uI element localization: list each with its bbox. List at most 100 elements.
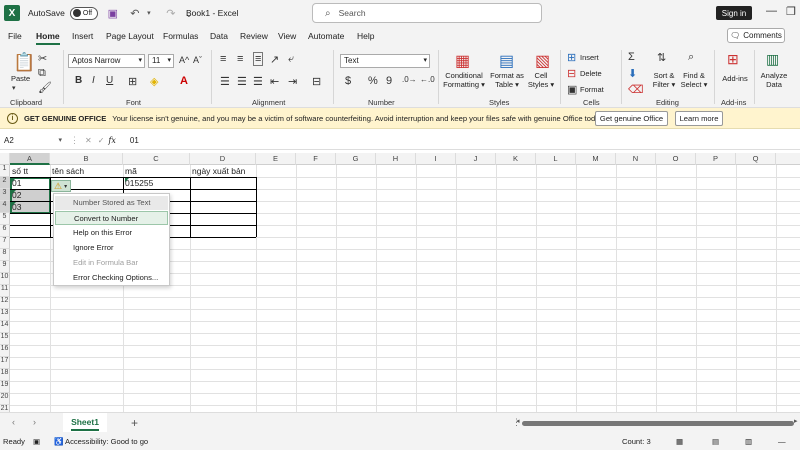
column-header-f[interactable]: F: [296, 153, 336, 165]
sort-filter-button[interactable]: Sort & Filter ▾: [650, 71, 678, 89]
save-icon[interactable]: ▣: [106, 7, 120, 20]
insert-cells-icon[interactable]: ⊞: [567, 51, 576, 64]
align-right-icon[interactable]: ☰: [253, 75, 263, 88]
tab-data[interactable]: Data: [210, 31, 228, 41]
tab-help[interactable]: Help: [357, 31, 374, 41]
row-header-4[interactable]: 4: [0, 201, 10, 213]
scroll-right-icon[interactable]: ▸: [794, 417, 798, 425]
row-header-6[interactable]: 6: [0, 225, 10, 237]
row-header-7[interactable]: 7: [0, 237, 10, 249]
orientation-icon[interactable]: ↗: [270, 53, 279, 66]
column-header-i[interactable]: I: [416, 153, 456, 165]
row-header-13[interactable]: 13: [0, 309, 10, 321]
tab-view[interactable]: View: [278, 31, 296, 41]
page-break-view-icon[interactable]: ▥: [745, 437, 752, 446]
tab-formulas[interactable]: Formulas: [163, 31, 198, 41]
menu-item-help-on-error[interactable]: Help on this Error: [55, 226, 168, 240]
column-header-p[interactable]: P: [696, 153, 736, 165]
percent-button[interactable]: %: [368, 75, 378, 87]
font-name-select[interactable]: Aptos Narrow ▾: [68, 54, 145, 68]
cell-a1[interactable]: số tt: [10, 165, 28, 177]
fill-color-icon[interactable]: ◈: [150, 75, 158, 88]
font-color-icon[interactable]: A: [180, 75, 188, 87]
find-select-icon[interactable]: ⌕: [688, 51, 694, 64]
row-header-19[interactable]: 19: [0, 381, 10, 393]
row-header-3[interactable]: 3: [0, 189, 10, 201]
font-size-select[interactable]: 11 ▾: [148, 54, 174, 68]
increase-font-icon[interactable]: A^: [179, 55, 189, 65]
column-header-g[interactable]: G: [336, 153, 376, 165]
paste-dropdown-icon[interactable]: ▾: [12, 84, 16, 92]
menu-item-convert-to-number[interactable]: Convert to Number: [55, 211, 168, 225]
comments-button[interactable]: 🗨 Comments: [727, 28, 785, 43]
format-painter-icon[interactable]: 🖌: [38, 81, 52, 94]
cell-d1[interactable]: ngày xuất bản: [190, 165, 245, 177]
format-as-table-button[interactable]: Format as Table ▾: [488, 71, 526, 89]
align-top-icon[interactable]: ≡: [220, 53, 226, 65]
row-header-15[interactable]: 15: [0, 333, 10, 345]
scroll-left-icon[interactable]: ◂: [516, 417, 520, 425]
decrease-decimal-icon[interactable]: ←.0: [420, 75, 435, 84]
find-select-button[interactable]: Find & Select ▾: [680, 71, 708, 89]
format-as-table-icon[interactable]: ▤: [499, 51, 514, 71]
number-format-select[interactable]: Text ▾: [340, 54, 430, 68]
select-all-corner[interactable]: [0, 153, 10, 165]
align-left-icon[interactable]: ☰: [220, 75, 230, 88]
row-header-21[interactable]: 21: [0, 405, 10, 412]
row-header-10[interactable]: 10: [0, 273, 10, 285]
cell-styles-button[interactable]: Cell Styles ▾: [526, 71, 556, 89]
search-box[interactable]: ⌕ Search: [312, 3, 542, 23]
row-header-2[interactable]: 2: [0, 177, 10, 189]
align-bottom-icon[interactable]: ≡: [253, 52, 264, 66]
bold-button[interactable]: B: [75, 75, 82, 86]
column-header-q[interactable]: Q: [736, 153, 776, 165]
wrap-text-icon[interactable]: ⤶: [288, 53, 294, 66]
copy-icon[interactable]: ⧉: [38, 67, 46, 80]
learn-more-button[interactable]: Learn more: [675, 111, 723, 126]
sign-in-button[interactable]: Sign in: [716, 6, 752, 20]
column-header-m[interactable]: M: [576, 153, 616, 165]
delete-cells-icon[interactable]: ⊟: [567, 67, 576, 80]
redo-icon[interactable]: ↷: [164, 7, 178, 20]
sort-filter-icon[interactable]: ⇅: [657, 51, 666, 64]
paste-button[interactable]: Paste: [11, 74, 30, 83]
autosum-icon[interactable]: Σ: [628, 51, 635, 63]
tab-automate[interactable]: Automate: [308, 31, 344, 41]
tab-page-layout[interactable]: Page Layout: [106, 31, 154, 41]
get-genuine-office-button[interactable]: Get genuine Office: [595, 111, 668, 126]
analyze-data-icon[interactable]: ▥: [766, 51, 779, 68]
row-header-18[interactable]: 18: [0, 369, 10, 381]
column-header-h[interactable]: H: [376, 153, 416, 165]
accessibility-icon[interactable]: ♿: [54, 437, 63, 446]
format-cells-icon[interactable]: ▣: [567, 83, 577, 96]
increase-indent-icon[interactable]: ⇥: [288, 75, 297, 88]
column-header-d[interactable]: D: [190, 153, 256, 165]
column-header-n[interactable]: N: [616, 153, 656, 165]
accessibility-status[interactable]: Accessibility: Good to go: [65, 437, 148, 446]
cell-c1[interactable]: mã: [123, 165, 137, 177]
error-options-button[interactable]: ⚠ ▾: [51, 180, 71, 192]
horizontal-scrollbar[interactable]: [522, 421, 794, 426]
column-header-l[interactable]: L: [536, 153, 576, 165]
tab-file[interactable]: File: [8, 31, 22, 41]
column-header-j[interactable]: J: [456, 153, 496, 165]
tab-insert[interactable]: Insert: [72, 31, 93, 41]
row-header-1[interactable]: 1: [0, 165, 10, 177]
prev-sheet-icon[interactable]: ‹: [12, 417, 15, 427]
undo-dropdown-icon[interactable]: ▾: [142, 9, 156, 17]
conditional-formatting-button[interactable]: Conditional Formatting ▾: [443, 71, 485, 89]
cancel-icon[interactable]: ✕: [85, 136, 92, 145]
add-ins-button[interactable]: Add-ins: [719, 74, 751, 83]
merge-center-icon[interactable]: ⊟: [312, 75, 321, 88]
format-cells-button[interactable]: Format: [580, 85, 604, 94]
column-header-a[interactable]: A: [10, 153, 50, 165]
autosave-toggle[interactable]: Off: [69, 6, 98, 20]
sheet-tab-sheet1[interactable]: Sheet1: [63, 413, 107, 433]
decrease-indent-icon[interactable]: ⇤: [270, 75, 279, 88]
enter-icon[interactable]: ✓: [98, 136, 105, 145]
clear-icon[interactable]: ⌫: [628, 83, 644, 96]
menu-item-ignore-error[interactable]: Ignore Error: [55, 241, 168, 255]
row-header-9[interactable]: 9: [0, 261, 10, 273]
column-header-c[interactable]: C: [123, 153, 190, 165]
cell-styles-icon[interactable]: ▧: [535, 51, 550, 71]
